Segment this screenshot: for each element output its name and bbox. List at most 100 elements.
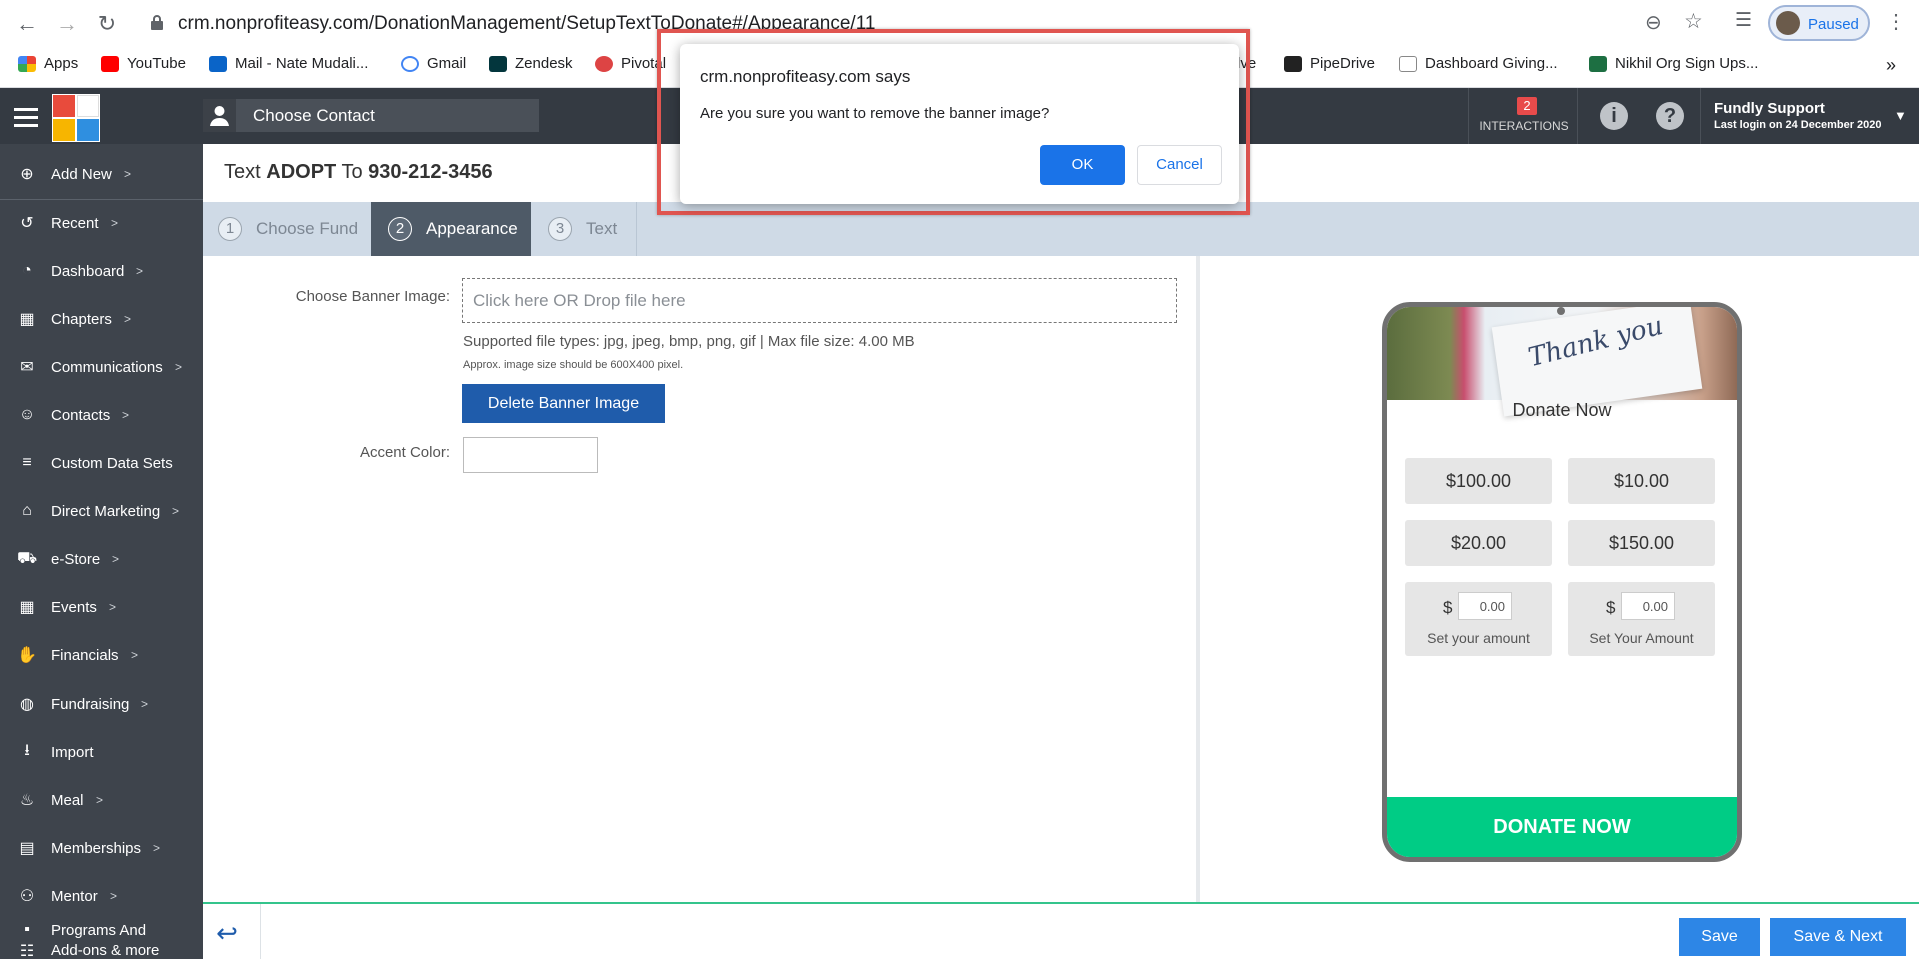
sidebar-item-memberships[interactable]: ▤ Memberships > [0, 828, 203, 868]
confirm-dialog: crm.nonprofiteasy.com says Are you sure … [680, 44, 1239, 204]
hamburger-menu-icon[interactable] [14, 108, 38, 127]
sidebar-item-dashboard[interactable]: ◔ Dashboard > [0, 251, 203, 291]
sidebar-item-label: Dashboard [51, 262, 125, 280]
doc-icon [1399, 55, 1417, 72]
bookmark-pipedrive[interactable]: PipeDrive [1284, 55, 1375, 72]
interactions-button[interactable]: 2 INTERACTIONS [1468, 88, 1578, 144]
amount-option[interactable]: $100.00 [1405, 458, 1552, 504]
apps-grid-icon [18, 55, 36, 72]
custom-amount-box: $ 0.00 Set your amount [1405, 582, 1552, 656]
bookmark-dashboard-giving[interactable]: Dashboard Giving... [1399, 55, 1558, 72]
sidebar-item-import[interactable]: ⭳ Import [0, 732, 203, 772]
chevron-right-icon: > [175, 360, 183, 374]
logo [52, 94, 100, 142]
money-bag-icon: ◍ [20, 696, 34, 713]
money-hand-icon: ✋ [17, 647, 37, 664]
envelope-icon: ✉ [20, 359, 34, 376]
sidebar-item-label: Financials [51, 646, 119, 664]
calendar-icon: ▦ [19, 599, 35, 616]
info-icon[interactable]: i [1600, 102, 1628, 130]
outlook-icon [209, 55, 227, 72]
reload-icon[interactable]: ↻ [92, 9, 122, 39]
chevron-right-icon: > [111, 216, 119, 230]
lock-icon [151, 15, 163, 30]
banner-image: Thank you [1387, 307, 1737, 417]
bookmark-apps[interactable]: Apps [18, 55, 78, 72]
page-title: Text ADOPT To 930-212-3456 [224, 161, 493, 183]
save-next-button[interactable]: Save & Next [1770, 918, 1906, 956]
undo-back-icon[interactable]: ↩ [208, 918, 246, 948]
user-icon: ☺ [18, 406, 36, 423]
donate-now-button[interactable]: DONATE NOW [1387, 797, 1737, 857]
kebab-menu-icon[interactable]: ⋮ [1886, 9, 1906, 34]
help-icon[interactable]: ? [1656, 102, 1684, 130]
tab-text[interactable]: 3 Text [531, 202, 637, 256]
bookmark-gmail[interactable]: Gmail [401, 55, 466, 72]
sidebar-item-label: Memberships [51, 839, 142, 857]
sidebar-item-contacts[interactable]: ☺ Contacts > [0, 395, 203, 435]
sidebar-item-label: Fundraising [51, 695, 130, 713]
accent-color-input[interactable] [463, 437, 598, 473]
amount-option[interactable]: $20.00 [1405, 520, 1552, 566]
sidebar-item-mentor[interactable]: ⚇ Mentor > [0, 876, 203, 916]
sidebar-item-communications[interactable]: ✉ Communications > [0, 347, 203, 387]
chevron-right-icon: > [131, 648, 139, 662]
sidebar-item-financials[interactable]: ✋ Financials > [0, 635, 203, 675]
bookmark-mail[interactable]: Mail - Nate Mudali... [209, 55, 368, 72]
sidebar-item-events[interactable]: ▦ Events > [0, 587, 203, 627]
sidebar-item-meal[interactable]: ♨ Meal > [0, 780, 203, 820]
sidebar-item-e-store[interactable]: ⛟ e-Store > [0, 539, 203, 579]
back-arrow-icon[interactable]: ← [12, 9, 42, 39]
sidebar-item-direct-marketing[interactable]: ⌂ Direct Marketing > [0, 491, 203, 531]
sidebar-item-label: Meal [51, 791, 84, 809]
dialog-message: Are you sure you want to remove the bann… [700, 105, 1050, 122]
grid-icon: ▦ [19, 311, 35, 328]
bookmark-pivotal[interactable]: Pivotal [595, 55, 666, 72]
chevron-right-icon: > [153, 841, 161, 855]
custom-amount-label: Set your amount [1427, 630, 1530, 646]
banner-dropzone[interactable]: Click here OR Drop file here [462, 278, 1177, 323]
star-icon[interactable]: ☆ [1684, 9, 1703, 34]
amount-option[interactable]: $10.00 [1568, 458, 1715, 504]
caret-down-icon: ▼ [1894, 108, 1907, 123]
sidebar-item-programs-and[interactable]: ▪ Programs And [0, 922, 203, 938]
bookmarks-more[interactable]: » [1886, 55, 1896, 76]
bookmark-zendesk[interactable]: Zendesk [489, 55, 573, 72]
id-card-icon: ▤ [19, 840, 35, 857]
bookmark-youtube[interactable]: YouTube [101, 55, 186, 72]
amount-option[interactable]: $150.00 [1568, 520, 1715, 566]
dashboard-icon: ◔ [22, 262, 32, 279]
excel-icon [1589, 55, 1607, 72]
custom-amount-input[interactable]: 0.00 [1621, 592, 1675, 620]
forward-arrow-icon[interactable]: → [52, 9, 82, 39]
ok-button[interactable]: OK [1040, 145, 1125, 185]
chevron-right-icon: > [141, 697, 149, 711]
delete-banner-button[interactable]: Delete Banner Image [462, 384, 665, 423]
chevron-right-icon: > [109, 600, 117, 614]
bookmark-nikhil-org[interactable]: Nikhil Org Sign Ups... [1589, 55, 1758, 72]
sidebar-divider [0, 199, 203, 200]
pivotal-icon [595, 55, 613, 72]
save-button[interactable]: Save [1679, 918, 1760, 956]
sidebar-item-label: Custom Data Sets [51, 454, 173, 472]
sidebar-item-label: Direct Marketing [51, 502, 161, 520]
sidebar-item-add-new[interactable]: ⊕ Add New > [0, 154, 203, 194]
media-control-icon[interactable]: ☰ [1735, 9, 1752, 32]
cancel-button[interactable]: Cancel [1137, 145, 1222, 185]
custom-amount-input[interactable]: 0.00 [1458, 592, 1512, 620]
choose-contact-button[interactable]: Choose Contact [203, 99, 539, 132]
sidebar-item-fundraising[interactable]: ◍ Fundraising > [0, 684, 203, 724]
chevron-right-icon: > [172, 504, 180, 518]
sidebar-item-recent[interactable]: ↺ Recent > [0, 203, 203, 243]
sidebar-item-add-ons-more[interactable]: ☷ Add-ons & more [0, 942, 203, 959]
sidebar-item-chapters[interactable]: ▦ Chapters > [0, 299, 203, 339]
sidebar-item-custom-data-sets[interactable]: ≡ Custom Data Sets [0, 443, 203, 483]
user-menu[interactable]: Fundly Support Last login on 24 December… [1700, 88, 1919, 144]
zoom-icon[interactable]: ⊖ [1645, 10, 1662, 35]
phone-notch [1557, 307, 1565, 315]
tab-choose-fund[interactable]: 1 Choose Fund [203, 202, 371, 256]
choose-contact-label: Choose Contact [253, 106, 375, 125]
profile-button[interactable]: Paused [1768, 5, 1870, 41]
tab-appearance[interactable]: 2 Appearance [371, 202, 531, 256]
sidebar-item-label: Recent [51, 214, 99, 232]
